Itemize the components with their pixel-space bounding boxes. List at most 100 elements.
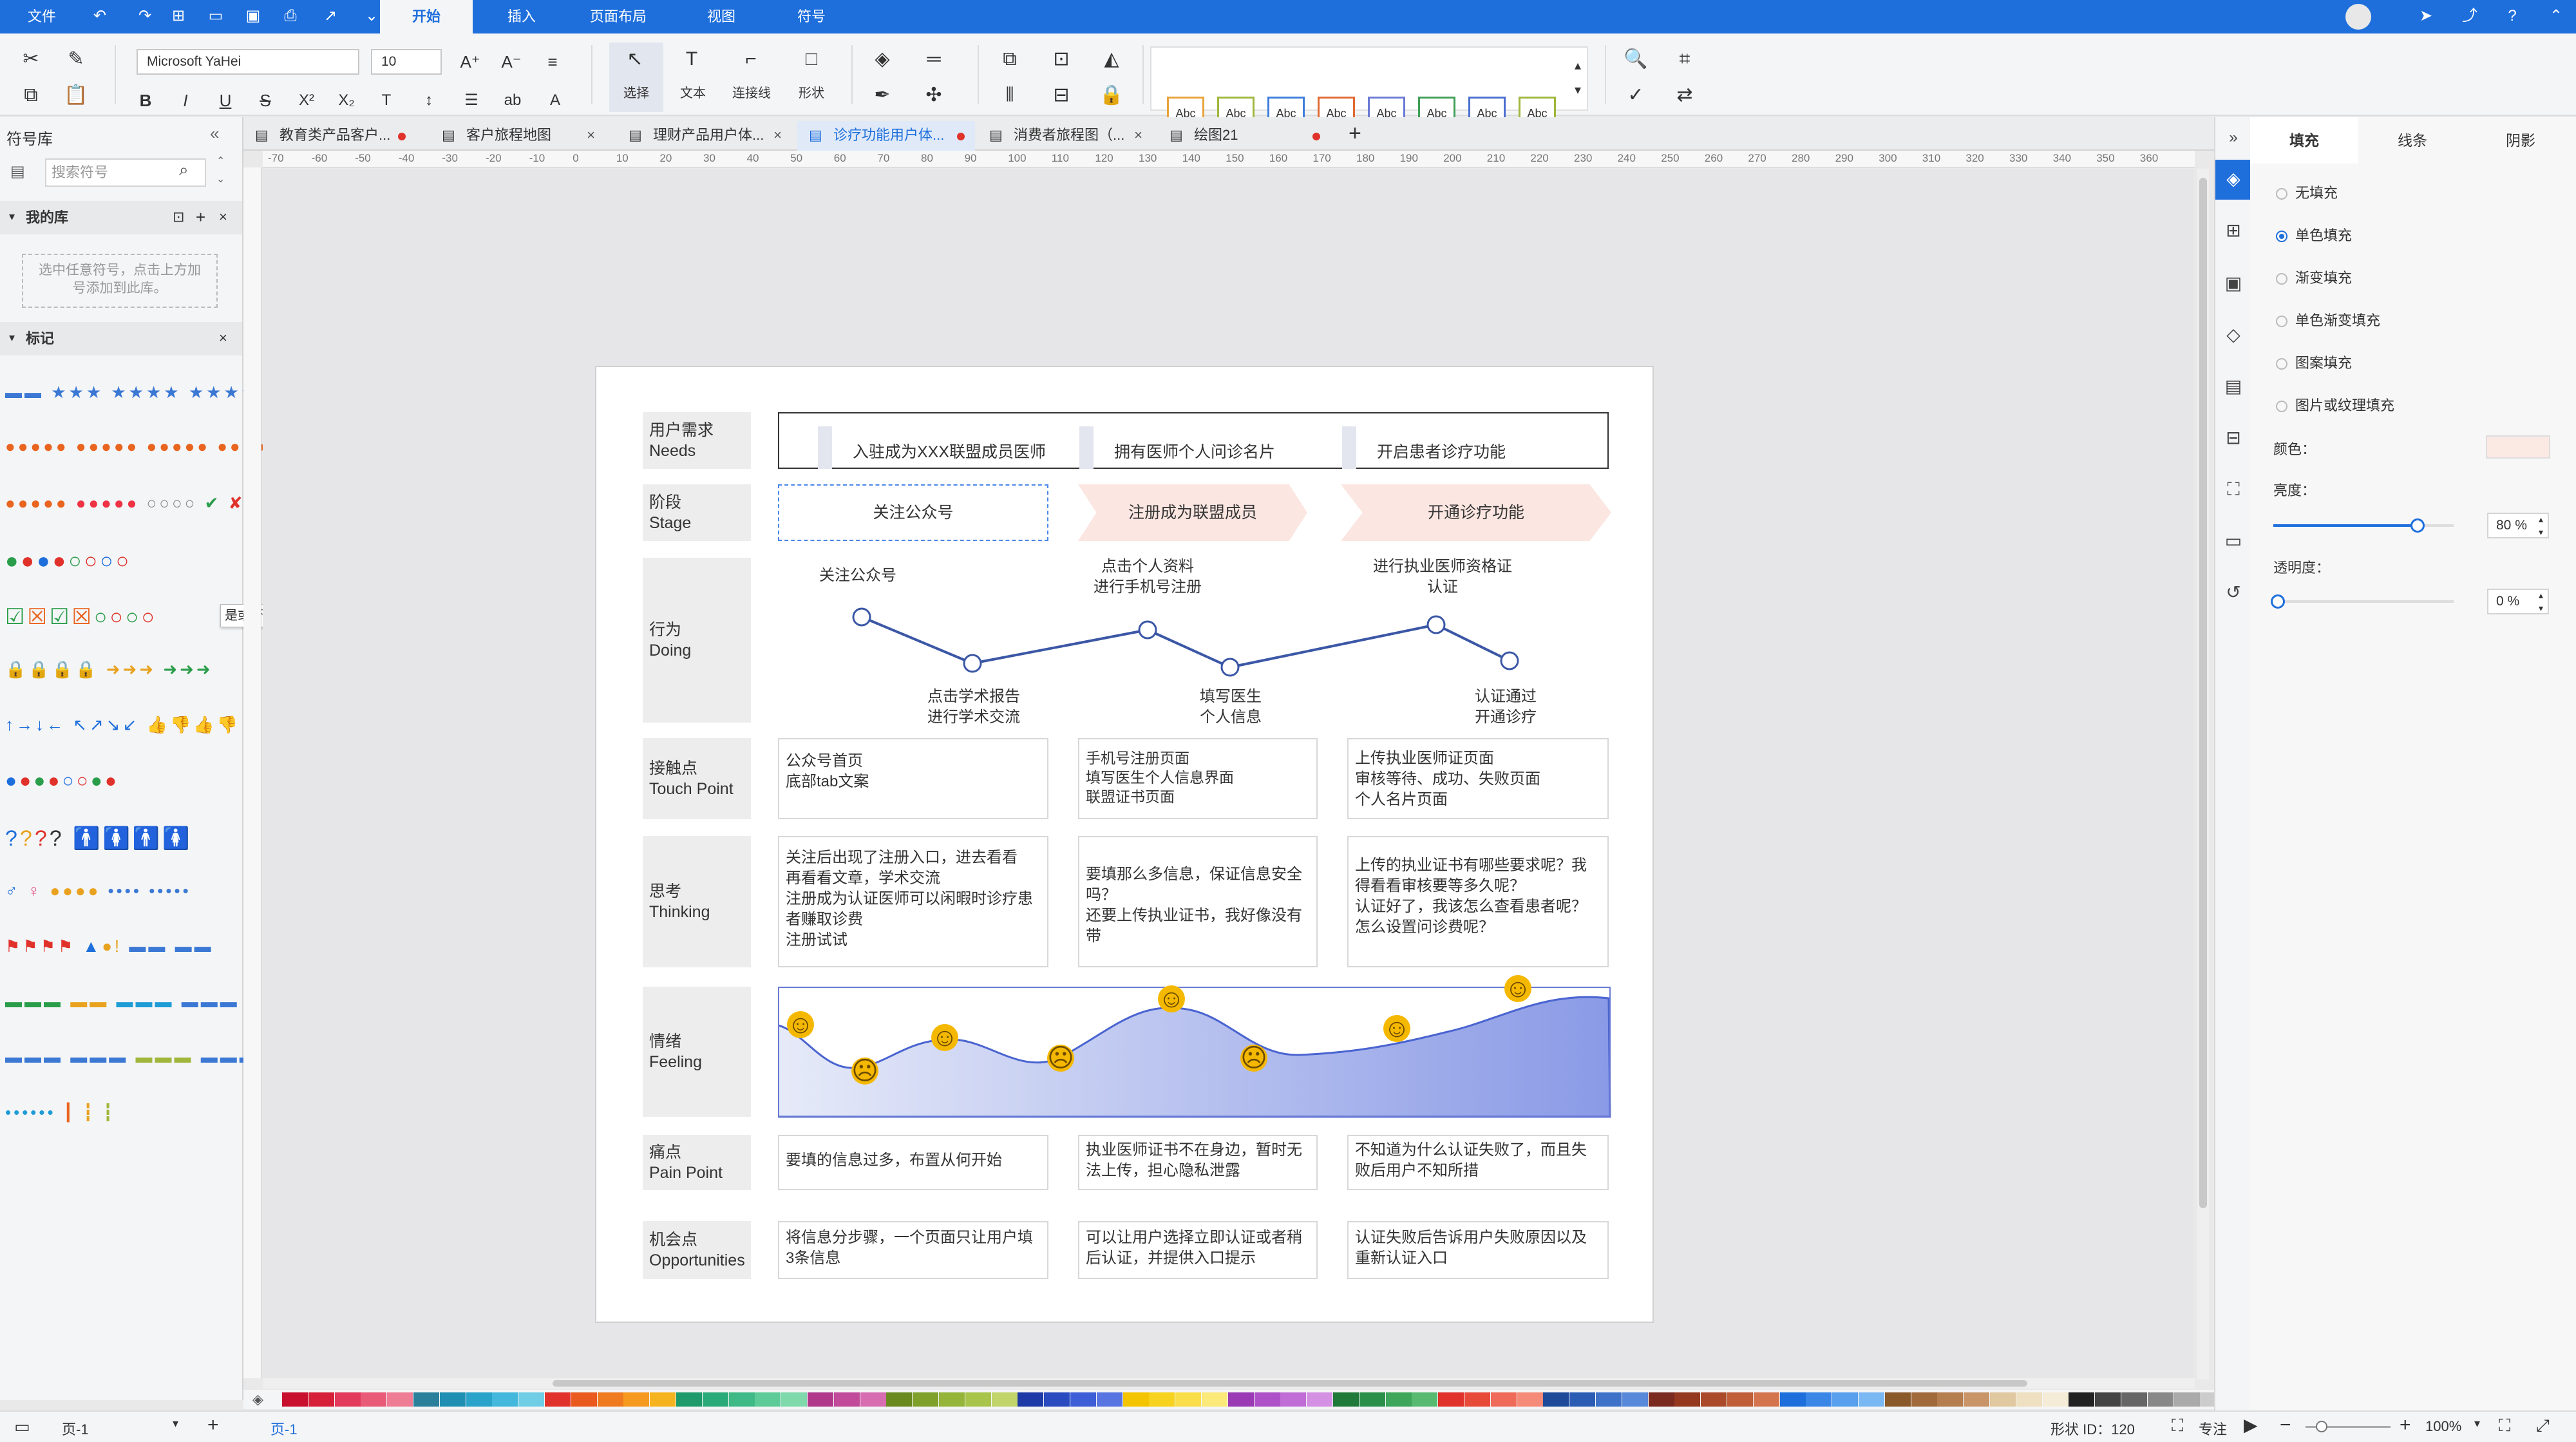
horizontal-scrollbar[interactable]: [263, 1378, 2195, 1389]
spinner-icon[interactable]: ▴ ▾: [2539, 513, 2543, 538]
vertical-scrollbar[interactable]: [2197, 169, 2209, 1380]
text-format-icon[interactable]: T: [374, 88, 399, 113]
gallery-scroll-down-icon[interactable]: ▾: [1565, 77, 1591, 103]
scroll-thumb[interactable]: [2199, 178, 2207, 1208]
doing-node[interactable]: [1138, 620, 1157, 640]
fullscreen-icon[interactable]: ⤢: [2536, 1416, 2550, 1436]
palette-color-swatch[interactable]: [1359, 1392, 1385, 1407]
palette-color-swatch[interactable]: [1832, 1392, 1859, 1407]
text-tool-label[interactable]: 文本: [670, 82, 716, 101]
scroll-up-icon[interactable]: ⌃: [216, 155, 225, 167]
radio-button[interactable]: [2276, 316, 2287, 328]
drawing-page[interactable]: 用户需求 Needs 入驻成为XXX联盟成员医师 拥有医师个人问诊名片 开启患者…: [595, 366, 1654, 1323]
radio-button[interactable]: [2276, 273, 2287, 285]
palette-color-swatch[interactable]: [1543, 1392, 1569, 1407]
expand-arrow-icon[interactable]: ▾: [9, 210, 15, 223]
document-tab[interactable]: ▤ 客户旅程地图 ×: [430, 121, 603, 151]
palette-color-swatch[interactable]: [1884, 1392, 1911, 1407]
palette-color-swatch[interactable]: [1622, 1392, 1648, 1407]
palette-color-swatch[interactable]: [808, 1392, 833, 1407]
symbol-row-checkbox[interactable]: ☑☒☑☒○○○○: [5, 604, 157, 632]
palette-color-swatch[interactable]: [2095, 1392, 2121, 1407]
palette-color-swatch[interactable]: [518, 1392, 545, 1407]
collapse-icon[interactable]: ⌃: [2546, 6, 2566, 26]
palette-color-swatch[interactable]: [1701, 1392, 1727, 1407]
shape-tool-icon[interactable]: □: [799, 46, 824, 72]
palette-color-swatch[interactable]: [2121, 1392, 2147, 1407]
text-tool-icon[interactable]: T: [679, 46, 705, 72]
palette-color-swatch[interactable]: [1018, 1392, 1044, 1407]
palette-color-swatch[interactable]: [2069, 1392, 2095, 1407]
scroll-down-icon[interactable]: ⌄: [216, 173, 225, 185]
file-menu[interactable]: 文件: [19, 0, 64, 33]
presentation-icon[interactable]: ▭: [2222, 529, 2245, 553]
palette-color-swatch[interactable]: [1937, 1392, 1964, 1407]
palette-color-swatch[interactable]: [886, 1392, 913, 1407]
doing-node[interactable]: [963, 654, 982, 673]
flip-icon[interactable]: ◭: [1099, 46, 1124, 72]
tab-page-layout[interactable]: 页面布局: [580, 0, 657, 33]
radio-button[interactable]: [2276, 358, 2287, 370]
palette-color-swatch[interactable]: [439, 1392, 466, 1407]
palette-color-swatch[interactable]: [308, 1392, 334, 1407]
palette-color-swatch[interactable]: [623, 1392, 650, 1407]
group-icon[interactable]: ⊡: [1048, 46, 1074, 72]
palette-color-swatch[interactable]: [1307, 1392, 1333, 1407]
align-objects-icon[interactable]: ⫴: [997, 82, 1023, 108]
tab-fill[interactable]: 填充: [2250, 117, 2358, 164]
close-icon[interactable]: ×: [773, 121, 782, 149]
opportunity-cell[interactable]: 认证失败后告诉用户失败原因以及重新认证入口: [1347, 1221, 1609, 1279]
palette-color-swatch[interactable]: [1517, 1392, 1543, 1407]
connector-tool-icon[interactable]: ⌐: [738, 46, 764, 72]
zoom-in-icon[interactable]: +: [2400, 1414, 2411, 1436]
pain-point-cell[interactable]: 执业医师证书不在身边，暂时无法上传，担心隐私泄露: [1078, 1135, 1318, 1190]
redo-icon[interactable]: ↷: [135, 6, 155, 26]
print-icon[interactable]: ⎙: [281, 6, 300, 26]
sad-face-icon[interactable]: ☹: [1047, 1045, 1074, 1072]
tab-symbol[interactable]: 符号: [786, 0, 837, 33]
palette-color-swatch[interactable]: [1175, 1392, 1202, 1407]
undo-icon[interactable]: ↶: [90, 6, 109, 26]
strikethrough-icon[interactable]: S: [252, 88, 278, 113]
palette-color-swatch[interactable]: [1464, 1392, 1490, 1407]
palette-color-swatch[interactable]: [1438, 1392, 1464, 1407]
pain-point-cell[interactable]: 不知道为什么认证失败了，而且失败后用户不知所措: [1347, 1135, 1609, 1190]
replace-shape-icon[interactable]: ⇄: [1672, 82, 1698, 108]
palette-color-swatch[interactable]: [1648, 1392, 1674, 1407]
happy-face-icon[interactable]: ☺: [1504, 975, 1531, 1002]
close-icon[interactable]: ×: [1134, 121, 1142, 149]
fill-option[interactable]: 单色渐变填充: [2276, 309, 2380, 330]
happy-face-icon[interactable]: ☺: [1383, 1015, 1410, 1042]
help-icon[interactable]: ?: [2503, 6, 2522, 26]
doing-node[interactable]: [1220, 658, 1240, 677]
palette-color-swatch[interactable]: [1070, 1392, 1096, 1407]
symbol-row-people[interactable]: ???? 🚹🚺🚹🚺: [5, 826, 193, 854]
palette-color-swatch[interactable]: [965, 1392, 991, 1407]
fill-icon[interactable]: ◈: [869, 46, 895, 72]
fit-icon[interactable]: ⛶: [2222, 478, 2245, 501]
avatar[interactable]: [2345, 4, 2371, 30]
symbol-row-flags[interactable]: ⚑⚑⚑⚑ ▲●! ▬▬ ▬▬: [5, 936, 214, 965]
palette-color-swatch[interactable]: [1569, 1392, 1596, 1407]
palette-color-swatch[interactable]: [2042, 1392, 2069, 1407]
palette-color-swatch[interactable]: [833, 1392, 860, 1407]
bold-icon[interactable]: B: [133, 88, 158, 113]
document-tab[interactable]: ▤ 绘图21: [1158, 121, 1331, 151]
neutral-face-icon[interactable]: ☺: [931, 1024, 958, 1051]
symbol-row-progress[interactable]: ▬▬▬ ▬▬ ▬▬▬ ▬▬▬: [5, 992, 240, 1020]
marks-section-header[interactable]: 标记: [0, 322, 242, 356]
expand-panel-icon[interactable]: »: [2222, 126, 2245, 149]
fill-option[interactable]: 无填充: [2276, 182, 2338, 202]
close-icon[interactable]: ×: [219, 330, 227, 346]
palette-color-swatch[interactable]: [728, 1392, 755, 1407]
palette-color-swatch[interactable]: [755, 1392, 781, 1407]
palette-color-swatch[interactable]: [466, 1392, 492, 1407]
symbol-row-gender[interactable]: ♂ ♀ ●●●● •••• •••••: [5, 881, 191, 909]
palette-color-swatch[interactable]: [361, 1392, 387, 1407]
add-tab-icon[interactable]: +: [1349, 121, 1361, 146]
palette-color-swatch[interactable]: [1490, 1392, 1517, 1407]
tab-insert[interactable]: 插入: [489, 0, 554, 33]
layers-icon[interactable]: ◇: [2222, 323, 2245, 346]
new-icon[interactable]: ⊞: [169, 6, 188, 26]
touch-point-cell[interactable]: 公众号首页 底部tab文案: [778, 738, 1048, 819]
